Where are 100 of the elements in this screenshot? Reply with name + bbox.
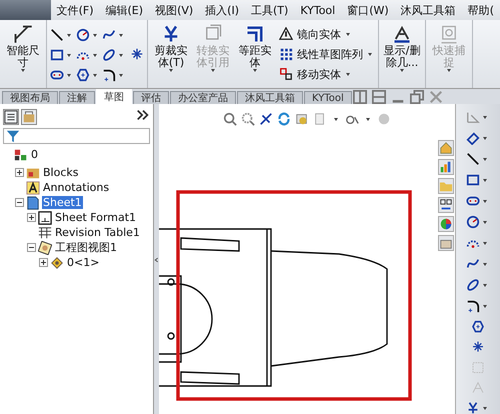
caret-icon[interactable]: [483, 284, 487, 286]
caret-icon[interactable]: [93, 54, 97, 56]
rectangle-icon[interactable]: [466, 173, 480, 187]
zoom-area-icon[interactable]: [241, 112, 255, 126]
expand-icon[interactable]: [39, 258, 48, 267]
slot-icon[interactable]: [466, 194, 480, 208]
rectangle-icon[interactable]: [50, 48, 64, 62]
menu-item[interactable]: 沐风工具箱: [394, 2, 462, 18]
caret-icon[interactable]: [119, 74, 123, 76]
ribbon-tab[interactable]: 评估: [133, 91, 169, 104]
caret-icon[interactable]: [67, 74, 71, 76]
caret-icon[interactable]: [67, 54, 71, 56]
tree-item[interactable]: 0<1>: [66, 256, 100, 269]
zoom-fit-icon[interactable]: [223, 112, 237, 126]
caret-icon[interactable]: [483, 158, 487, 160]
toolbar-button[interactable]: 等距实体: [235, 22, 275, 86]
polygon-icon[interactable]: [471, 320, 485, 334]
tree-item[interactable]: 0: [30, 148, 39, 161]
ribbon-tab[interactable]: 办公室产品: [170, 91, 236, 104]
tree-item[interactable]: Sheet1: [42, 196, 83, 209]
fillet-icon[interactable]: [466, 299, 480, 313]
circle-icon[interactable]: [466, 215, 480, 229]
caret-icon[interactable]: [483, 136, 487, 140]
custom-properties-icon[interactable]: [438, 235, 454, 251]
caret-icon[interactable]: [483, 200, 487, 202]
menu-item[interactable]: 工具(T): [245, 2, 294, 18]
menu-item[interactable]: KYTool: [294, 4, 342, 16]
part-icon: [14, 148, 28, 162]
caret-icon[interactable]: [253, 69, 257, 72]
caret-icon[interactable]: [483, 304, 487, 308]
tree-item[interactable]: Revision Table1: [54, 226, 141, 239]
slot-icon[interactable]: [50, 68, 64, 82]
menu-item[interactable]: 窗口(W): [341, 2, 395, 18]
view-palette-icon[interactable]: [438, 197, 454, 213]
double-chevron-icon[interactable]: [136, 108, 150, 122]
ellipse-icon[interactable]: [102, 48, 116, 62]
fillet-icon[interactable]: [102, 68, 116, 82]
caret-icon[interactable]: [93, 34, 97, 36]
caret-icon[interactable]: [400, 69, 404, 72]
toolbar-button[interactable]: 移动实体: [277, 66, 343, 82]
menu-item[interactable]: 编辑(E): [100, 2, 150, 18]
caret-icon[interactable]: [483, 178, 487, 182]
caret-icon[interactable]: [366, 118, 370, 120]
caret-icon[interactable]: [346, 32, 350, 36]
restore-icon[interactable]: [410, 90, 424, 104]
circle-icon[interactable]: [76, 28, 90, 42]
menu-item[interactable]: 插入(I): [199, 2, 245, 18]
caret-icon[interactable]: [21, 69, 25, 72]
trim-icon[interactable]: [466, 401, 480, 414]
rotate-icon[interactable]: [277, 112, 291, 126]
caret-icon[interactable]: [346, 72, 350, 76]
expand-icon[interactable]: [27, 213, 36, 222]
chart-library-icon[interactable]: [438, 159, 454, 175]
caret-icon[interactable]: [483, 242, 487, 244]
expand-icon[interactable]: [15, 168, 24, 177]
toolbar-button[interactable]: 镜向实体: [277, 26, 343, 42]
polygon-icon[interactable]: [76, 68, 90, 82]
filter-icon[interactable]: [6, 129, 20, 143]
ribbon-tab[interactable]: 注解: [59, 91, 95, 104]
caret-icon[interactable]: [119, 34, 123, 36]
drawing-canvas[interactable]: [159, 104, 437, 414]
home-icon[interactable]: [438, 140, 454, 156]
caret-icon[interactable]: [368, 52, 372, 56]
filter-field[interactable]: [3, 128, 150, 144]
caret-icon[interactable]: [483, 406, 487, 410]
snap-icon: [439, 24, 459, 44]
tree-item[interactable]: 工程图视图1: [54, 240, 118, 255]
caret-icon[interactable]: [169, 69, 173, 72]
line-icon[interactable]: [50, 28, 64, 42]
appearance-icon[interactable]: [438, 216, 454, 232]
tree-item[interactable]: Sheet Format1: [54, 211, 138, 224]
ellipse-icon[interactable]: [466, 278, 480, 292]
ribbon-tab[interactable]: 草图: [96, 89, 132, 104]
ribbon-tab[interactable]: KYTool: [304, 91, 352, 104]
caret-icon[interactable]: [119, 54, 123, 56]
caret-icon[interactable]: [483, 262, 487, 266]
caret-icon[interactable]: [334, 118, 338, 120]
point-icon[interactable]: [471, 340, 485, 354]
menu-item[interactable]: 文件(F): [50, 2, 100, 18]
caret-icon[interactable]: [483, 116, 487, 118]
tile-icon[interactable]: [372, 90, 386, 104]
smart-dimension-button[interactable]: 智能尺寸: [3, 22, 43, 86]
collapse-icon[interactable]: [27, 243, 36, 252]
tree-item[interactable]: Blocks: [42, 166, 80, 179]
caret-icon[interactable]: [67, 34, 71, 36]
collapse-icon[interactable]: [15, 198, 24, 207]
tree-item[interactable]: Annotations: [42, 181, 110, 194]
line-icon[interactable]: [466, 152, 480, 166]
toolbar-button[interactable]: 剪裁实体(T): [151, 22, 191, 86]
ribbon-tab[interactable]: 视图布局: [2, 91, 58, 104]
caret-icon[interactable]: [93, 74, 97, 76]
menu-item[interactable]: 视图(V): [149, 2, 200, 18]
toolbar-button[interactable]: 显示/删除几...: [382, 22, 422, 86]
display-style-icon[interactable]: [295, 112, 309, 126]
toolbar-button[interactable]: 线性草图阵列: [277, 46, 365, 62]
tile-icon[interactable]: [352, 90, 367, 104]
point-icon[interactable]: [130, 47, 144, 61]
caret-icon[interactable]: [483, 220, 487, 224]
menu-item[interactable]: 帮助(: [462, 2, 500, 18]
ribbon-tab[interactable]: 沐风工具箱: [237, 91, 303, 104]
